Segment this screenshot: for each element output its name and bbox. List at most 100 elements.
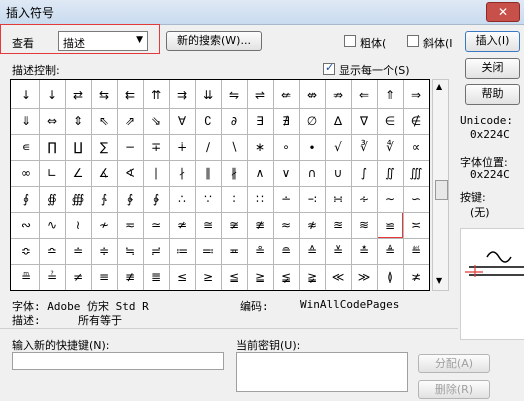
symbol-cell[interactable]: ≠	[65, 264, 91, 290]
symbol-cell[interactable]: ≙	[299, 238, 325, 264]
scroll-up-icon[interactable]: ▲	[436, 82, 442, 91]
symbol-cell[interactable]: ≆	[221, 212, 247, 238]
symbol-cell[interactable]: ≚	[325, 238, 351, 264]
symbol-cell[interactable]: ∃	[247, 108, 273, 134]
symbol-cell[interactable]: ≒	[117, 238, 143, 264]
symbol-cell[interactable]: ∇	[351, 108, 377, 134]
symbol-cell[interactable]: ∁	[195, 108, 221, 134]
symbol-cell[interactable]: ∡	[91, 160, 117, 186]
symbol-cell[interactable]: ≑	[91, 238, 117, 264]
symbol-cell[interactable]: ∹	[299, 186, 325, 212]
symbol-cell[interactable]: ≩	[299, 264, 325, 290]
symbol-cell[interactable]: ≌	[377, 212, 403, 238]
symbol-cell[interactable]: ∾	[13, 212, 39, 238]
symbol-cell[interactable]: ∷	[247, 186, 273, 212]
symbol-cell[interactable]: ∰	[65, 186, 91, 212]
symbol-cell[interactable]: ∈	[377, 108, 403, 134]
symbol-cell[interactable]: ∸	[273, 186, 299, 212]
symbol-cell[interactable]: −	[117, 134, 143, 160]
symbol-cell[interactable]: ≡	[91, 264, 117, 290]
symbol-cell[interactable]: ≃	[143, 212, 169, 238]
symbol-cell[interactable]: ∧	[247, 160, 273, 186]
symbol-cell[interactable]: ∠	[65, 160, 91, 186]
symbol-cell[interactable]: ∽	[403, 186, 429, 212]
symbol-cell[interactable]: ≗	[247, 238, 273, 264]
symbol-cell[interactable]: ∲	[117, 186, 143, 212]
symbol-cell[interactable]: ≍	[403, 212, 429, 238]
view-select[interactable]: 描述 ▼	[58, 31, 148, 51]
symbol-cell[interactable]: ∳	[143, 186, 169, 212]
symbol-cell[interactable]: ∱	[91, 186, 117, 212]
symbol-cell[interactable]: ⇐	[351, 82, 377, 108]
symbol-cell[interactable]: ⇇	[117, 82, 143, 108]
symbol-cell[interactable]: ≊	[325, 212, 351, 238]
current-key-list[interactable]	[236, 352, 408, 392]
symbol-cell[interactable]: ∞	[13, 160, 39, 186]
symbol-cell[interactable]: ≄	[169, 212, 195, 238]
symbol-cell[interactable]: ≓	[143, 238, 169, 264]
symbol-cell[interactable]: ≦	[221, 264, 247, 290]
insert-button[interactable]: 插入(I)	[465, 31, 520, 52]
symbol-cell[interactable]: ⇆	[91, 82, 117, 108]
symbol-cell[interactable]: ∯	[39, 186, 65, 212]
symbol-cell[interactable]: ≁	[91, 212, 117, 238]
symbol-cell[interactable]: ∵	[195, 186, 221, 212]
symbol-cell[interactable]: ≋	[351, 212, 377, 238]
scroll-thumb[interactable]	[435, 180, 448, 200]
symbol-cell[interactable]: ∓	[143, 134, 169, 160]
symbol-cell[interactable]: ∏	[39, 134, 65, 160]
close-button[interactable]: 关闭	[465, 58, 520, 79]
symbol-cell[interactable]: ⇏	[325, 82, 351, 108]
symbol-cell[interactable]: √	[325, 134, 351, 160]
symbol-cell[interactable]: ∫	[351, 160, 377, 186]
symbol-cell[interactable]: ≤	[169, 264, 195, 290]
symbol-cell[interactable]: ≞	[13, 264, 39, 290]
symbol-cell[interactable]: ≖	[221, 238, 247, 264]
symbol-cell[interactable]: ∥	[195, 160, 221, 186]
symbol-cell[interactable]: ∛	[351, 134, 377, 160]
symbol-cell[interactable]: ∭	[403, 160, 429, 186]
symbol-cell[interactable]: ≈	[273, 212, 299, 238]
symbol-cell[interactable]: ⇓	[13, 108, 39, 134]
symbol-cell[interactable]: ⇊	[195, 82, 221, 108]
symbol-cell[interactable]: ∣	[143, 160, 169, 186]
symbol-cell[interactable]: ⇗	[117, 108, 143, 134]
new-shortcut-input[interactable]	[12, 352, 224, 370]
symbol-cell[interactable]: ∨	[273, 160, 299, 186]
symbol-cell[interactable]: ∜	[377, 134, 403, 160]
symbol-cell[interactable]: ≟	[39, 264, 65, 290]
symbol-cell[interactable]: ∐	[65, 134, 91, 160]
symbol-cell[interactable]: ↓	[39, 82, 65, 108]
symbol-cell[interactable]: ∙	[299, 134, 325, 160]
symbol-cell[interactable]: ∑	[91, 134, 117, 160]
symbol-cell[interactable]: ∻	[351, 186, 377, 212]
symbol-cell[interactable]: ∗	[247, 134, 273, 160]
symbol-cell[interactable]: ⇔	[39, 108, 65, 134]
close-window-button[interactable]: ✕	[486, 2, 520, 22]
symbol-cell[interactable]: ∉	[403, 108, 429, 134]
symbol-cell[interactable]: ⇉	[169, 82, 195, 108]
symbol-cell[interactable]: ⇍	[273, 82, 299, 108]
symbol-cell[interactable]: ∆	[325, 108, 351, 134]
symbol-cell[interactable]: ⇘	[143, 108, 169, 134]
symbol-cell[interactable]: ⇈	[143, 82, 169, 108]
symbol-cell[interactable]: ≎	[13, 238, 39, 264]
symbol-cell[interactable]: ⇋	[221, 82, 247, 108]
symbol-cell[interactable]: ≨	[273, 264, 299, 290]
symbol-cell[interactable]: ∝	[403, 134, 429, 160]
show-each-checkbox[interactable]	[323, 61, 335, 75]
symbol-cell[interactable]: ∬	[377, 160, 403, 186]
symbol-cell[interactable]: ∴	[169, 186, 195, 212]
symbol-cell[interactable]: ≢	[117, 264, 143, 290]
symbol-cell[interactable]: ≐	[65, 238, 91, 264]
symbol-cell[interactable]: ⇒	[403, 82, 429, 108]
symbol-cell[interactable]: ∤	[169, 160, 195, 186]
symbol-cell[interactable]: ∢	[117, 160, 143, 186]
new-search-button[interactable]: 新的搜索(W)...	[166, 31, 262, 51]
symbol-cell[interactable]: ⇖	[91, 108, 117, 134]
symbol-cell[interactable]: ∪	[325, 160, 351, 186]
symbol-cell[interactable]: ∖	[221, 134, 247, 160]
symbol-cell[interactable]: ∕	[195, 134, 221, 160]
symbol-cell[interactable]: ∂	[221, 108, 247, 134]
symbol-cell[interactable]: ≫	[351, 264, 377, 290]
